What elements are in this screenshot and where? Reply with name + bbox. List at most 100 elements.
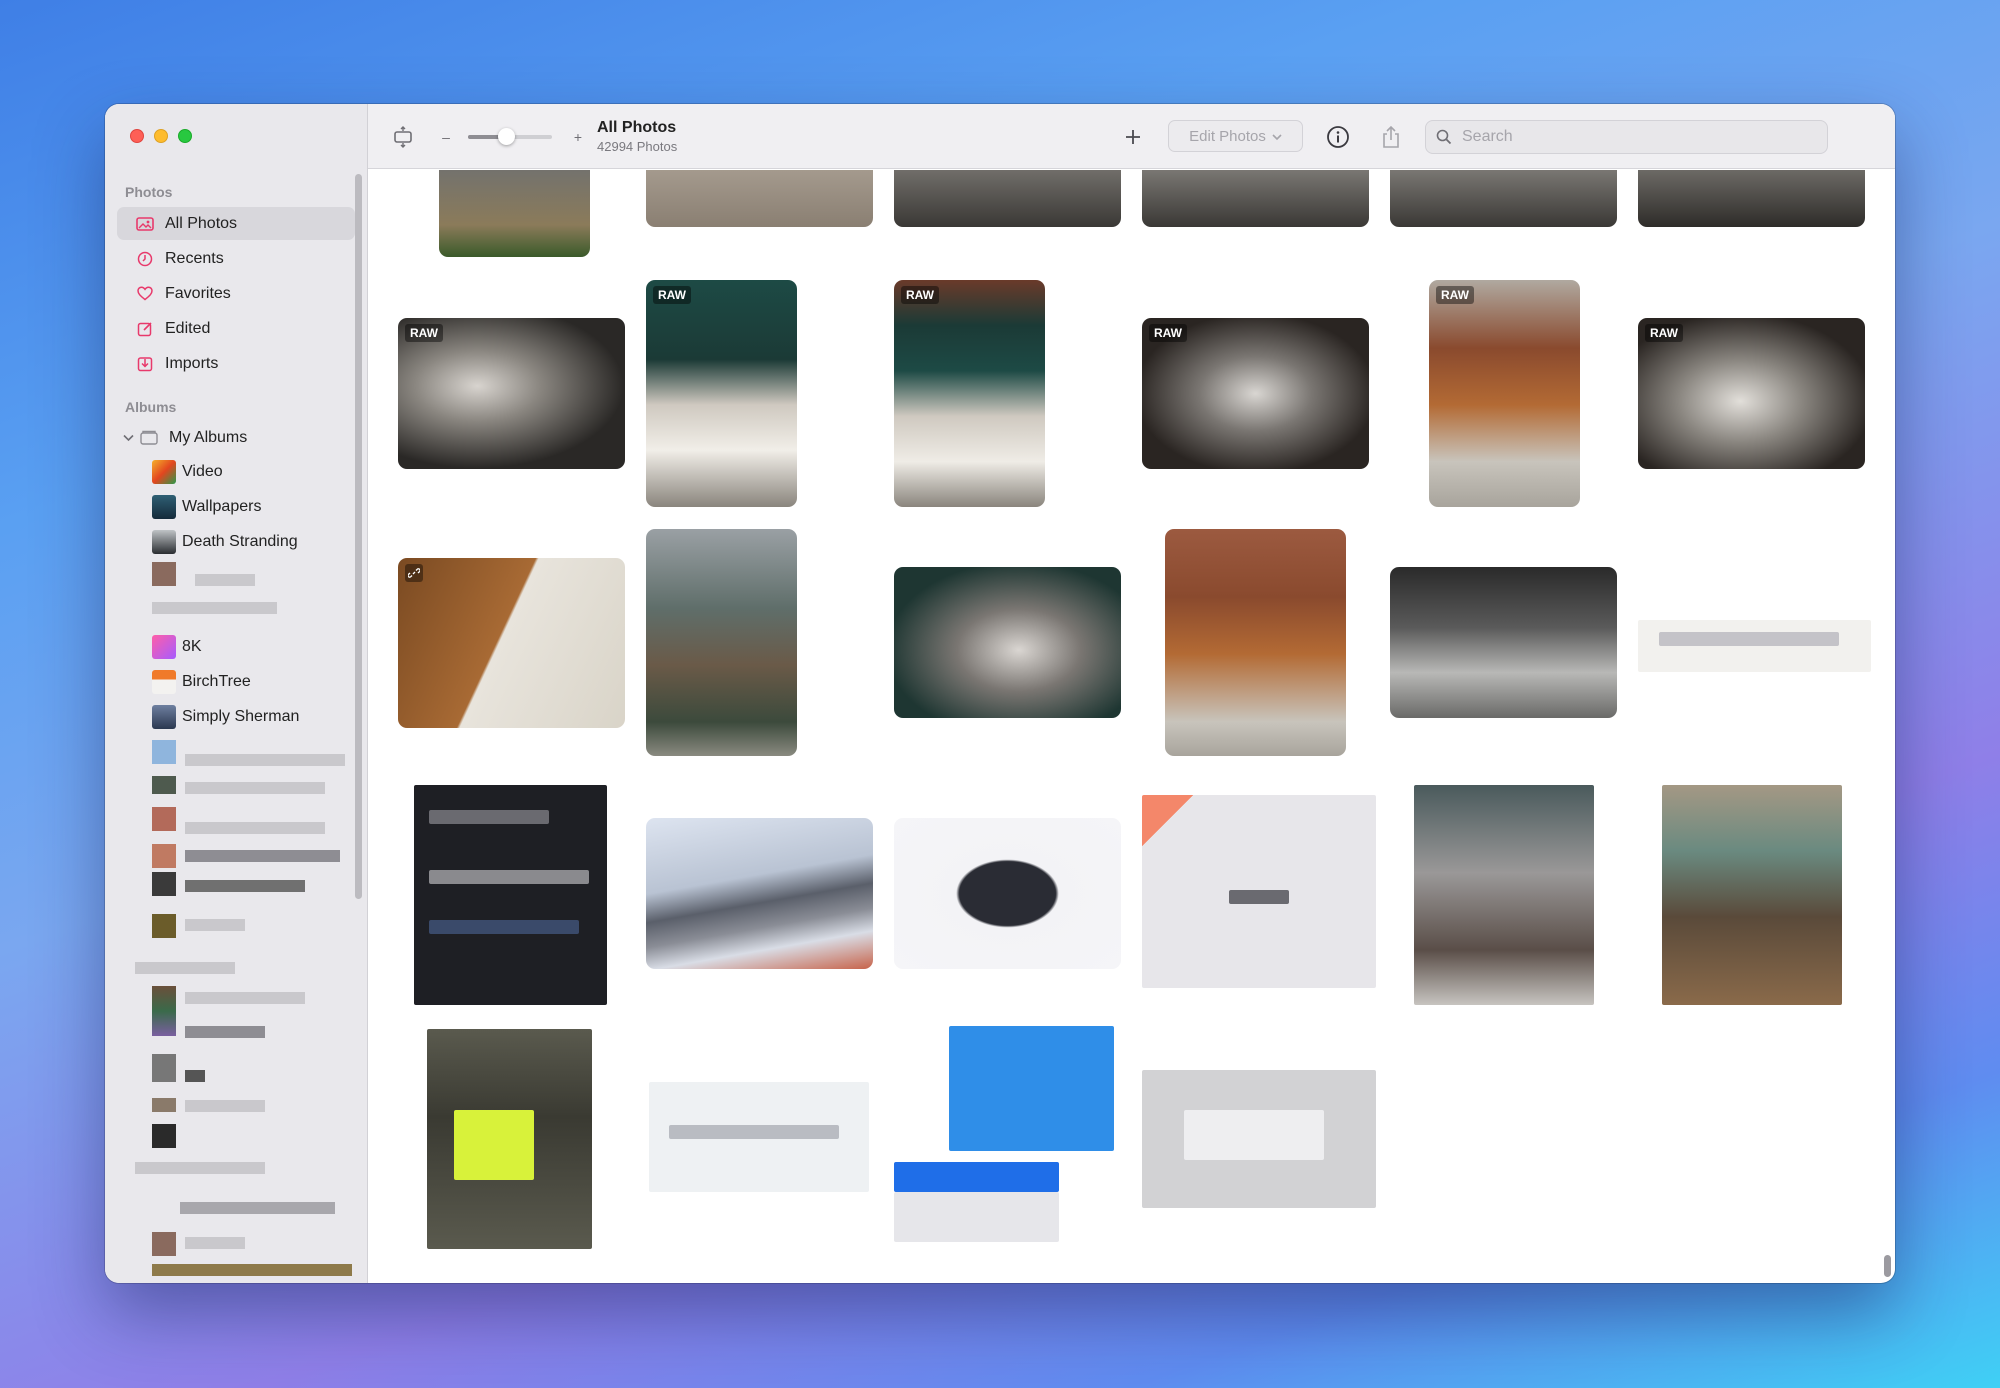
sidebar-item-favorites[interactable]: Favorites bbox=[117, 277, 355, 310]
redacted-text bbox=[152, 602, 277, 614]
info-icon[interactable] bbox=[1323, 122, 1353, 152]
window-controls bbox=[130, 129, 192, 143]
page-title: All Photos bbox=[597, 119, 677, 136]
photo-thumbnail[interactable]: RAW bbox=[398, 318, 625, 469]
raw-badge: RAW bbox=[901, 286, 939, 304]
photo-thumbnail[interactable] bbox=[894, 818, 1121, 969]
redacted-text bbox=[669, 1125, 839, 1139]
photo-thumbnail[interactable]: RAW bbox=[1429, 280, 1580, 507]
redacted-text bbox=[135, 1162, 265, 1174]
zoom-button[interactable] bbox=[178, 129, 192, 143]
photo-thumbnail[interactable]: RAW bbox=[646, 280, 797, 507]
album-thumbnail bbox=[152, 495, 176, 519]
album-label: Simply Sherman bbox=[182, 708, 300, 725]
search-field[interactable]: Search bbox=[1425, 120, 1828, 154]
redacted-text bbox=[185, 1070, 205, 1082]
photo-grid: RAW RAW RAW RAW RAW RAW bbox=[369, 170, 1880, 1283]
redacted-text bbox=[180, 1202, 335, 1214]
redacted-album bbox=[152, 914, 176, 938]
aspect-ratio-icon[interactable] bbox=[388, 122, 418, 152]
share-icon[interactable] bbox=[1376, 122, 1406, 152]
photo-thumbnail[interactable] bbox=[398, 558, 625, 728]
sidebar-section-albums: Albums bbox=[125, 399, 177, 415]
zoom-slider[interactable] bbox=[468, 128, 552, 145]
redacted-photo[interactable] bbox=[949, 1026, 1114, 1151]
redacted-text bbox=[1184, 1110, 1324, 1160]
album-death-stranding[interactable]: Death Stranding bbox=[152, 527, 298, 557]
photo-thumbnail[interactable] bbox=[1638, 170, 1865, 227]
zoom-slider-knob[interactable] bbox=[497, 128, 515, 145]
sidebar-item-edited[interactable]: Edited bbox=[117, 312, 355, 345]
redacted-album bbox=[152, 562, 176, 586]
album-label: Death Stranding bbox=[182, 533, 298, 550]
redacted-album bbox=[152, 807, 176, 831]
redacted-album bbox=[152, 986, 176, 1036]
album-8k[interactable]: 8K bbox=[152, 632, 202, 662]
import-tray-icon bbox=[135, 354, 155, 374]
minimize-button[interactable] bbox=[154, 129, 168, 143]
photo-thumbnail[interactable] bbox=[646, 170, 873, 227]
sidebar-scrollbar[interactable] bbox=[355, 174, 362, 899]
raw-badge: RAW bbox=[405, 324, 443, 342]
search-placeholder: Search bbox=[1462, 128, 1513, 145]
photo-count: 42994 Photos bbox=[597, 139, 678, 154]
chevron-down-icon[interactable] bbox=[121, 428, 135, 448]
redacted-photo[interactable] bbox=[1414, 785, 1594, 1005]
grid-scrollbar[interactable] bbox=[1884, 1255, 1891, 1277]
heart-icon bbox=[135, 284, 155, 304]
link-icon bbox=[405, 564, 423, 582]
redacted-text bbox=[185, 919, 245, 931]
edit-photos-label: Edit Photos bbox=[1189, 127, 1266, 145]
sidebar-item-my-albums[interactable]: My Albums bbox=[117, 421, 355, 454]
sidebar: Photos All Photos Recents Favorites Edit… bbox=[105, 104, 368, 1283]
redacted-text bbox=[185, 880, 305, 892]
redacted-text bbox=[152, 1264, 352, 1276]
photo-thumbnail[interactable]: RAW bbox=[1638, 318, 1865, 469]
album-birchtree[interactable]: BirchTree bbox=[152, 667, 251, 697]
sidebar-item-imports[interactable]: Imports bbox=[117, 347, 355, 380]
add-icon[interactable] bbox=[1118, 122, 1148, 152]
zoom-out-icon[interactable]: – bbox=[431, 122, 461, 152]
edit-photos-button[interactable]: Edit Photos bbox=[1168, 120, 1303, 152]
redacted-text bbox=[185, 1100, 265, 1112]
redacted-album bbox=[152, 1098, 176, 1112]
album-label: BirchTree bbox=[182, 673, 251, 690]
photo-thumbnail[interactable] bbox=[439, 170, 590, 257]
zoom-in-icon[interactable]: + bbox=[563, 122, 593, 152]
sidebar-item-all-photos[interactable]: All Photos bbox=[117, 207, 355, 240]
photo-thumbnail[interactable] bbox=[894, 170, 1121, 227]
sidebar-item-label: Imports bbox=[165, 354, 219, 372]
album-wallpapers[interactable]: Wallpapers bbox=[152, 492, 261, 522]
photo-thumbnail[interactable]: RAW bbox=[1142, 318, 1369, 469]
redacted-photo[interactable] bbox=[894, 1162, 1059, 1192]
redacted-text bbox=[185, 822, 325, 834]
redacted-text bbox=[1659, 632, 1839, 646]
sidebar-item-label: Favorites bbox=[165, 284, 231, 302]
photo-thumbnail[interactable] bbox=[1390, 567, 1617, 718]
redacted-photo[interactable] bbox=[1638, 620, 1871, 672]
close-button[interactable] bbox=[130, 129, 144, 143]
redacted-text bbox=[429, 920, 579, 934]
photo-thumbnail[interactable] bbox=[1142, 170, 1369, 227]
album-simply-sherman[interactable]: Simply Sherman bbox=[152, 702, 299, 732]
album-thumbnail bbox=[152, 460, 176, 484]
sidebar-section-photos: Photos bbox=[125, 184, 173, 200]
album-video[interactable]: Video bbox=[152, 457, 223, 487]
photo-thumbnail[interactable] bbox=[894, 567, 1121, 718]
redacted-photo[interactable] bbox=[1662, 785, 1842, 1005]
redacted-text bbox=[429, 810, 549, 824]
photo-thumbnail[interactable] bbox=[1390, 170, 1617, 227]
album-label: 8K bbox=[182, 638, 202, 655]
sidebar-item-recents[interactable]: Recents bbox=[117, 242, 355, 275]
photo-thumbnail[interactable] bbox=[646, 529, 797, 756]
redacted-album bbox=[152, 1124, 176, 1148]
photo-thumbnail[interactable] bbox=[1165, 529, 1346, 756]
redacted-text bbox=[429, 870, 589, 884]
redacted-photo[interactable] bbox=[894, 1192, 1059, 1242]
redacted-album bbox=[152, 1232, 176, 1256]
photo-thumbnail[interactable]: RAW bbox=[894, 280, 1045, 507]
raw-badge: RAW bbox=[1436, 286, 1474, 304]
photos-library-icon bbox=[135, 214, 155, 234]
redacted-album bbox=[152, 844, 176, 868]
photo-thumbnail[interactable] bbox=[646, 818, 873, 969]
